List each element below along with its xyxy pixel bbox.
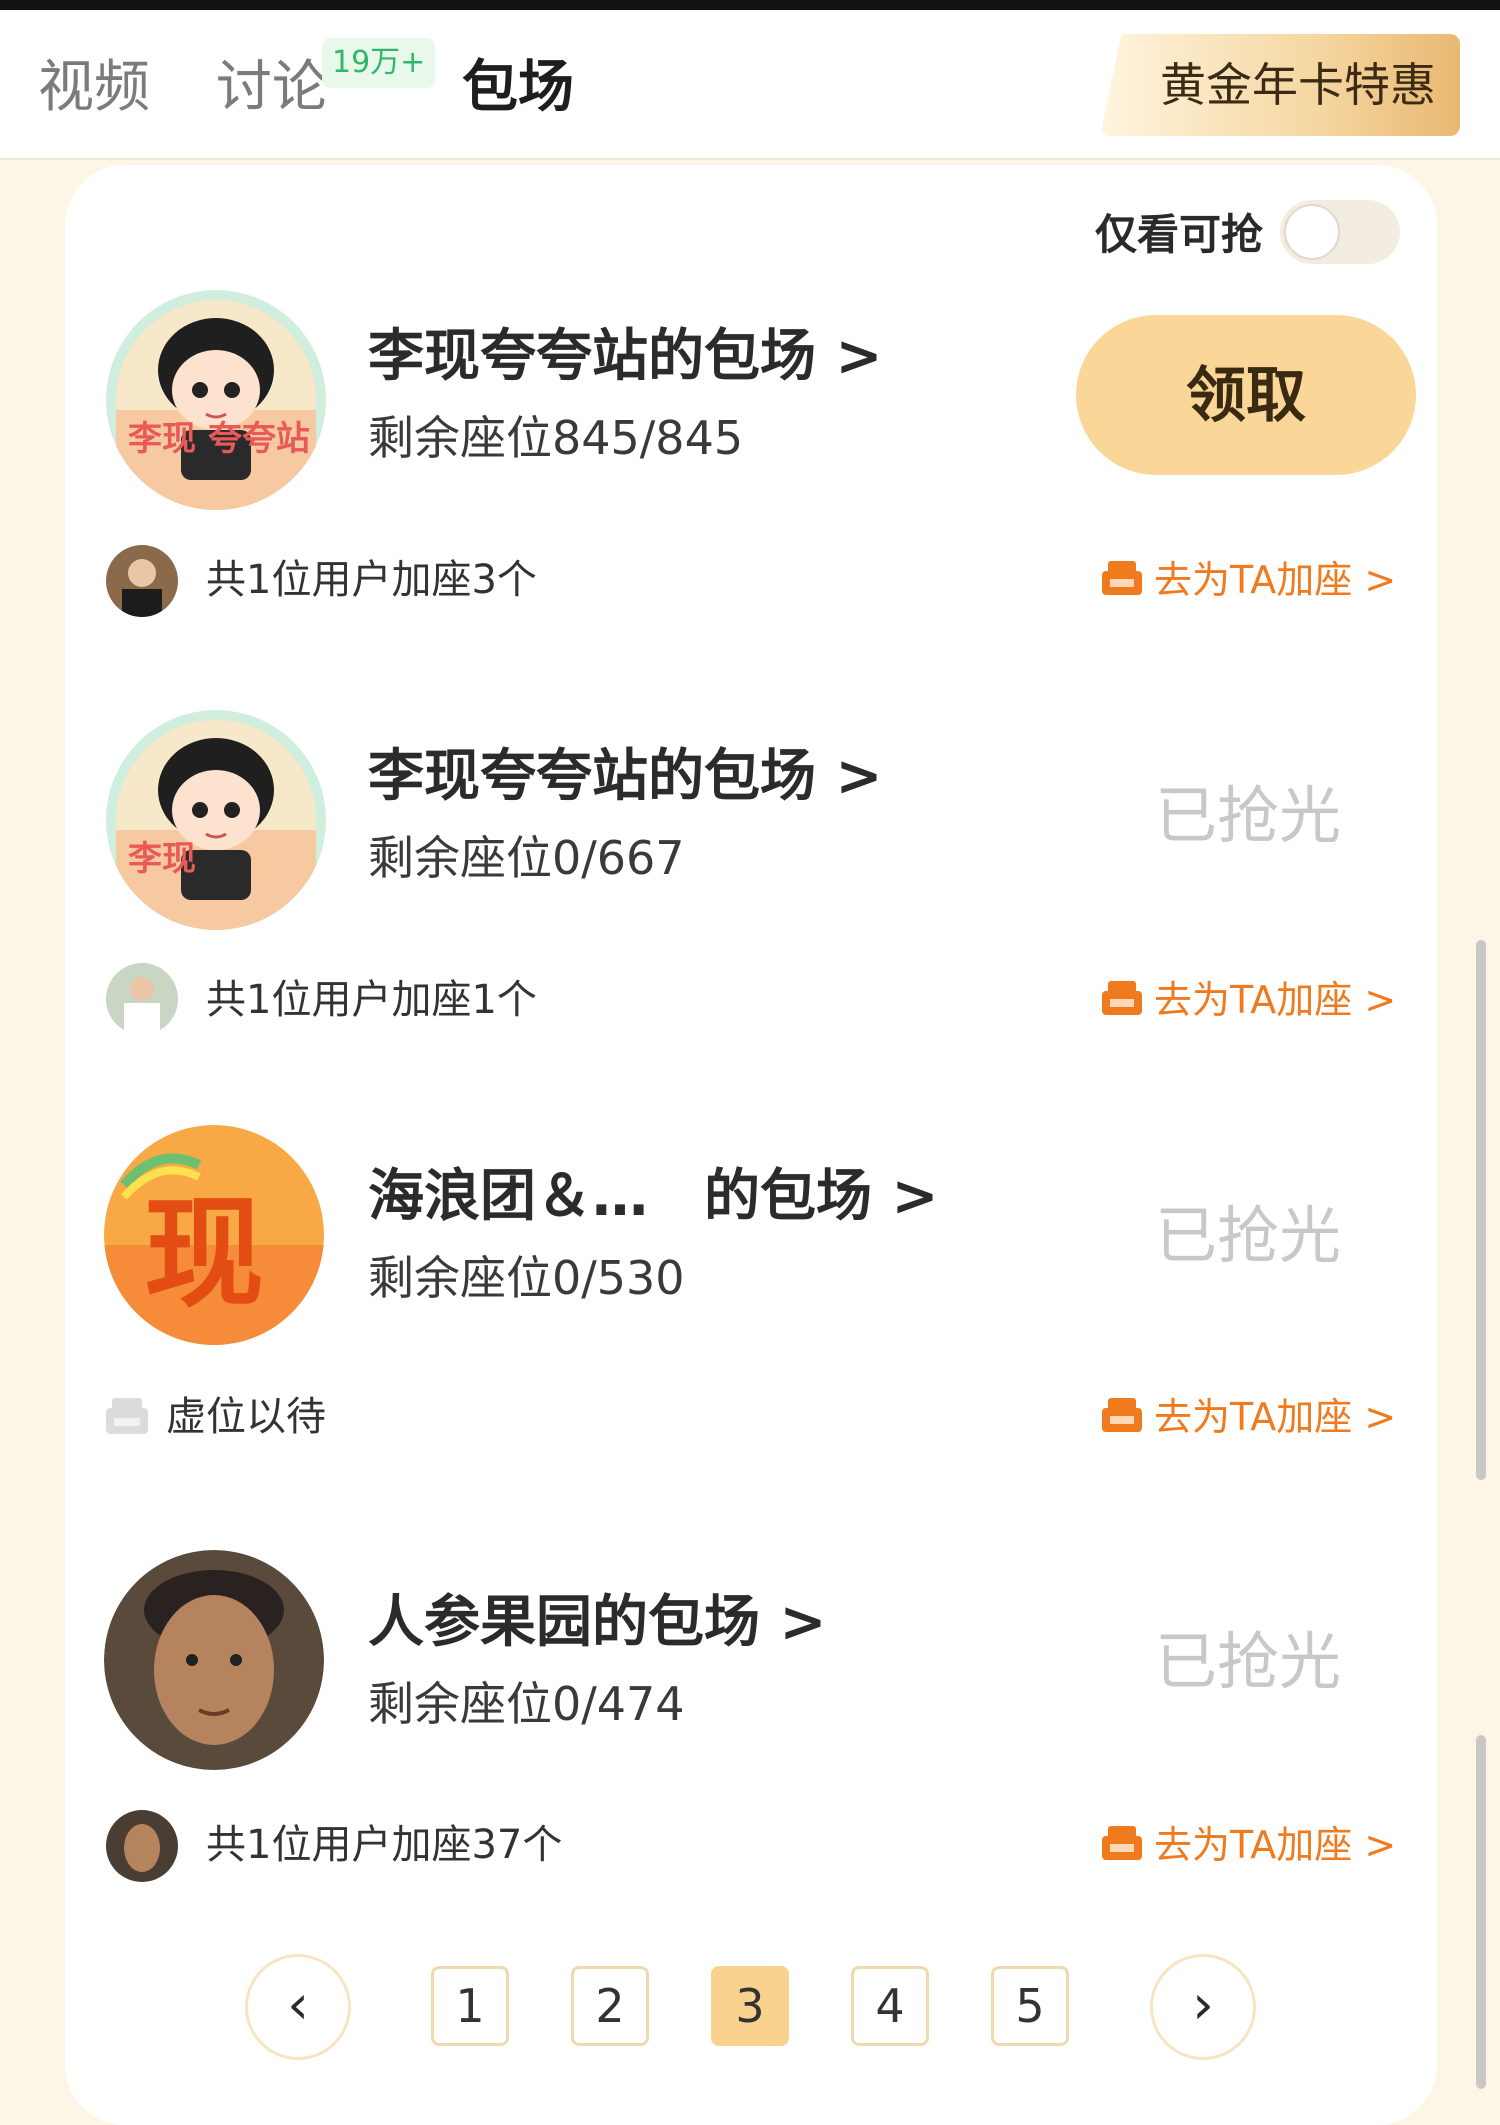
sold-out-status: 已抢光 (1155, 779, 1342, 852)
status-strip (0, 0, 1500, 10)
user-photo-icon (106, 963, 178, 1035)
add-seat-link-label: 去为TA加座 > (1154, 978, 1397, 1022)
tab-screening[interactable]: 包场 (462, 48, 574, 128)
session-avatar[interactable]: 李现 夸夸站 (106, 290, 326, 510)
joined-user-avatar (106, 963, 178, 1035)
empty-seat-icon (106, 1398, 148, 1434)
add-seat-link[interactable]: 去为TA加座 > (1098, 1820, 1396, 1870)
sofa-icon (1102, 981, 1142, 1015)
avatar-text: 现 (144, 1185, 264, 1324)
add-seat-link-label: 去为TA加座 > (1154, 1395, 1397, 1439)
orange-logo-avatar-icon: 现 (104, 1125, 324, 1345)
session-title[interactable]: 人参果园的包场 > (368, 1588, 826, 1658)
page-3-button[interactable]: 3 (711, 1966, 789, 2046)
add-seat-link[interactable]: 去为TA加座 > (1098, 555, 1396, 605)
sofa-icon (1102, 561, 1142, 595)
chevron-left-icon: ‹ (287, 1973, 309, 2036)
remaining-seats: 剩余座位0/530 (368, 1251, 685, 1305)
avatar-text: 李现 夸夸站 (128, 419, 310, 459)
session-title[interactable]: 李现夸夸站的包场 > (368, 742, 882, 812)
sold-out-status: 已抢光 (1155, 1199, 1342, 1272)
discussion-count-badge: 19万+ (322, 38, 436, 88)
page-4-button[interactable]: 4 (851, 1966, 929, 2046)
tab-discussion[interactable]: 讨论 (216, 48, 328, 128)
session-avatar[interactable] (104, 1550, 324, 1770)
tab-video[interactable]: 视频 (38, 48, 150, 128)
page-1-button[interactable]: 1 (431, 1966, 509, 2046)
joined-count: 虚位以待 (166, 1394, 326, 1440)
add-seat-link-label: 去为TA加座 > (1154, 558, 1397, 602)
page-2-button[interactable]: 2 (571, 1966, 649, 2046)
joined-count: 共1位用户加座3个 (206, 557, 537, 603)
session-avatar[interactable]: 李现 (106, 710, 326, 930)
cartoon-avatar-icon: 李现 夸夸站 (106, 290, 326, 510)
session-title[interactable]: 海浪团＆… 的包场 > (368, 1162, 938, 1232)
remaining-seats: 剩余座位0/667 (368, 831, 685, 885)
cartoon-avatar-icon: 李现 (106, 710, 326, 930)
session-title[interactable]: 李现夸夸站的包场 > (368, 322, 882, 392)
joined-user-avatar (106, 1810, 178, 1882)
svg-text:李现: 李现 (128, 839, 196, 879)
user-photo-icon (106, 545, 178, 617)
sofa-icon (1102, 1826, 1142, 1860)
remaining-seats: 剩余座位0/474 (368, 1677, 685, 1731)
claim-button[interactable]: 领取 (1076, 315, 1416, 475)
joined-count: 共1位用户加座37个 (206, 1822, 563, 1868)
add-seat-link[interactable]: 去为TA加座 > (1098, 1392, 1396, 1442)
toggle-knob (1284, 204, 1340, 260)
prev-page-button[interactable]: ‹ (245, 1954, 351, 2060)
remaining-seats: 剩余座位845/845 (368, 411, 744, 465)
add-seat-link-label: 去为TA加座 > (1154, 1823, 1397, 1867)
available-only-toggle[interactable] (1280, 200, 1400, 264)
top-navigation-bar: 视频 讨论 19万+ 包场 黄金年卡特惠 (0, 0, 1500, 160)
filter-label: 仅看可抢 (1095, 210, 1264, 259)
sofa-icon (1102, 1398, 1142, 1432)
gold-annual-card-promo-button[interactable]: 黄金年卡特惠 (1100, 34, 1460, 136)
session-avatar[interactable]: 现 (104, 1125, 324, 1345)
add-seat-link[interactable]: 去为TA加座 > (1098, 975, 1396, 1025)
next-page-button[interactable]: › (1150, 1954, 1256, 2060)
portrait-avatar-icon (104, 1550, 324, 1770)
scrollbar-thumb-lower[interactable] (1476, 1735, 1486, 2089)
joined-count: 共1位用户加座1个 (206, 977, 537, 1023)
joined-user-avatar (106, 545, 178, 617)
user-photo-icon (106, 1810, 178, 1882)
page-5-button[interactable]: 5 (991, 1966, 1069, 2046)
chevron-right-icon: › (1192, 1973, 1214, 2036)
sold-out-status: 已抢光 (1155, 1625, 1342, 1698)
scrollbar-thumb[interactable] (1476, 940, 1486, 1480)
